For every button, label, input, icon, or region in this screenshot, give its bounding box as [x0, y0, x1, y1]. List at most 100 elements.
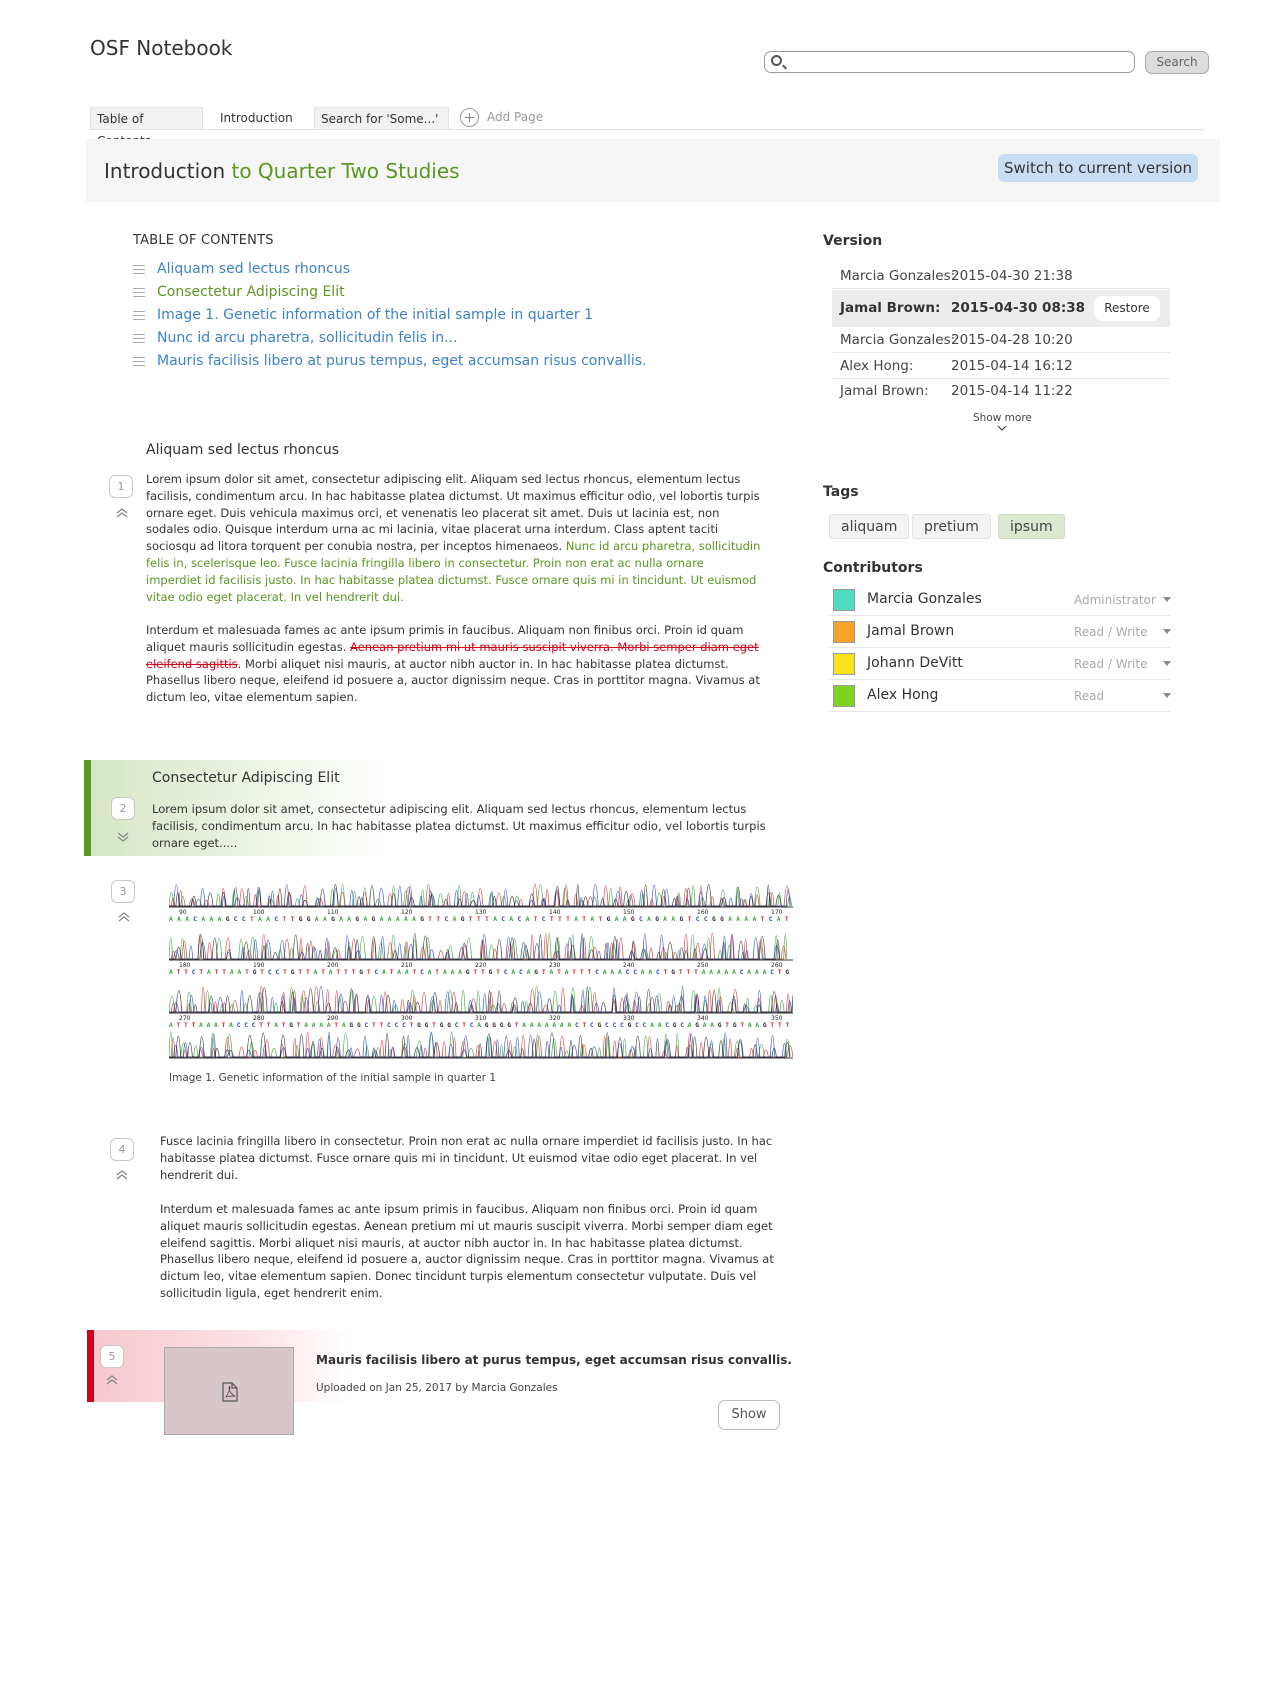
chromatogram-base-letter: T [496, 969, 500, 976]
chromatogram-base-letter: T [321, 969, 325, 976]
drag-handle-icon[interactable] [133, 264, 145, 274]
toc-item[interactable]: Aliquam sed lectus rhoncus [133, 261, 350, 281]
chromatogram-base-letter: T [390, 969, 394, 976]
search-input-wrapper[interactable] [764, 51, 1135, 73]
chromatogram-base-letter: T [250, 916, 254, 923]
tag-chip[interactable]: aliquam [829, 514, 910, 539]
role-dropdown-caret-icon[interactable] [1163, 693, 1171, 698]
chevron-down-icon[interactable] [997, 423, 1007, 433]
chromatogram-base-letter: T [485, 916, 489, 923]
chromatogram-base-letter: A [199, 1022, 203, 1029]
chromatogram-base-letter: G [291, 969, 295, 976]
collapse-up-icon[interactable] [105, 1373, 119, 1387]
chromatogram-base-letter: T [588, 969, 592, 976]
file-thumbnail[interactable] [164, 1347, 294, 1435]
contributor-role[interactable]: Read / Write [1074, 625, 1148, 639]
version-row[interactable]: Alex Hong: 2015-04-14 16:12 [832, 354, 1170, 379]
chromatogram-base-letter: A [663, 916, 667, 923]
toc-heading: TABLE OF CONTENTS [133, 233, 274, 248]
add-page-label[interactable]: Add Page [487, 110, 543, 124]
chromatogram-base-letter: A [347, 916, 351, 923]
search-icon [771, 55, 782, 66]
chromatogram-base-letter: A [568, 1022, 572, 1029]
role-dropdown-caret-icon[interactable] [1163, 629, 1171, 634]
contributor-role[interactable]: Read [1074, 689, 1104, 703]
chromatogram-base-letter: A [560, 1022, 564, 1029]
tab-introduction[interactable]: Introduction [214, 107, 300, 130]
chromatogram-base-letter: T [432, 1022, 436, 1029]
toc-item[interactable]: Nunc id arcu pharetra, sollicitudin feli… [133, 330, 458, 350]
version-row[interactable]: Jamal Brown: 2015-04-14 11:22 [832, 379, 1170, 404]
expand-down-icon[interactable] [116, 830, 130, 844]
chromatogram-base-letter: A [648, 969, 652, 976]
toc-item[interactable]: Image 1. Genetic information of the init… [133, 307, 593, 327]
toc-item[interactable]: Consectetur Adipiscing Elit [133, 284, 345, 304]
chromatogram-base-letter: G [420, 916, 424, 923]
toc-item-label[interactable]: Mauris facilisis libero at purus tempus,… [157, 353, 647, 369]
section-1-text: . Morbi aliquet nisi mauris, at auctor n… [146, 656, 760, 705]
chromatogram-base-letter: T [761, 916, 765, 923]
chromatogram-base-letter: T [477, 916, 481, 923]
tab-table-of-contents[interactable]: Table of Contents [90, 107, 203, 148]
section-1-paragraph-1: Lorem ipsum dolor sit amet, consectetur … [146, 471, 762, 605]
genetic-chromatogram-image: 90 100 110 120 130 140 150 160 170 180 190 200 210 22… [169, 883, 793, 1059]
switch-version-button[interactable]: Switch to current version [998, 154, 1198, 182]
chromatogram-base-letter: A [658, 1022, 662, 1029]
section-4-paragraph-1: Fusce lacinia fringilla libero in consec… [160, 1134, 773, 1182]
toc-item-label[interactable]: Image 1. Genetic information of the init… [157, 307, 593, 323]
chromatogram-base-letter: T [260, 969, 264, 976]
chromatogram-base-letter: T [177, 969, 181, 976]
version-row[interactable]: Marcia Gonzales: 2015-04-28 10:20 [832, 328, 1170, 353]
drag-handle-icon[interactable] [133, 287, 145, 297]
chromatogram-base-letter: A [396, 916, 400, 923]
chromatogram-base-letter: A [274, 1022, 278, 1029]
collapse-up-icon[interactable] [117, 910, 131, 924]
chromatogram-base-letter: G [349, 1022, 353, 1029]
tag-chip-active[interactable]: ipsum [998, 514, 1065, 539]
chromatogram-base-letter: A [229, 1022, 233, 1029]
chromatogram-base-letter: T [462, 1022, 466, 1029]
chromatogram-base-letter: T [688, 916, 692, 923]
page-title: Introduction to Quarter Two Studies [104, 159, 460, 183]
chromatogram-tick-label: 210 [401, 962, 413, 969]
chromatogram-base-letter: T [740, 1022, 744, 1029]
drag-handle-icon[interactable] [133, 310, 145, 320]
chromatogram-base-letter: G [331, 916, 335, 923]
version-row-selected[interactable]: Jamal Brown: 2015-04-30 08:38 Restore [832, 290, 1170, 327]
restore-button[interactable]: Restore [1094, 296, 1160, 321]
chromatogram-base-letter: G [357, 1022, 361, 1029]
chromatogram-base-letter: A [169, 1022, 173, 1029]
toc-item[interactable]: Mauris facilisis libero at purus tempus,… [133, 353, 647, 373]
role-dropdown-caret-icon[interactable] [1163, 661, 1171, 666]
search-input[interactable] [789, 53, 1129, 71]
toc-item-label[interactable]: Aliquam sed lectus rhoncus [157, 261, 350, 277]
chromatogram-base-letter: C [365, 1022, 369, 1029]
chromatogram-base-letter: T [664, 969, 668, 976]
chromatogram-base-letter: A [493, 916, 497, 923]
role-dropdown-caret-icon[interactable] [1163, 597, 1171, 602]
collapse-up-icon[interactable] [115, 1168, 129, 1182]
chromatogram-base-letter: A [702, 969, 706, 976]
version-row[interactable]: Marcia Gonzales: 2015-04-30 21:38 [832, 264, 1170, 289]
toc-item-label[interactable]: Consectetur Adipiscing Elit [157, 284, 345, 300]
contributor-role[interactable]: Read / Write [1074, 657, 1148, 671]
chromatogram-tick-label: 170 [771, 909, 783, 916]
tag-chip[interactable]: pretium [912, 514, 991, 539]
tab-search-results[interactable]: Search for 'Some...' [314, 107, 449, 130]
drag-handle-icon[interactable] [133, 333, 145, 343]
chromatogram-base-letter: T [372, 1022, 376, 1029]
chromatogram-base-letter: T [245, 969, 249, 976]
drag-handle-icon[interactable] [133, 356, 145, 366]
chromatogram-base-letter: G [671, 969, 675, 976]
search-button[interactable]: Search [1145, 51, 1209, 74]
toc-item-label[interactable]: Nunc id arcu pharetra, sollicitudin feli… [157, 330, 458, 346]
chromatogram-tick-label: 340 [697, 1015, 709, 1022]
chromatogram-base-letter: A [388, 916, 392, 923]
chromatogram-base-letter: G [720, 916, 724, 923]
show-file-button[interactable]: Show [718, 1400, 780, 1430]
chromatogram-base-letter: A [412, 916, 416, 923]
contributor-color-swatch [833, 589, 855, 611]
contributor-role[interactable]: Administrator [1074, 593, 1156, 607]
collapse-up-icon[interactable] [115, 506, 129, 520]
add-page-icon[interactable] [460, 108, 479, 127]
